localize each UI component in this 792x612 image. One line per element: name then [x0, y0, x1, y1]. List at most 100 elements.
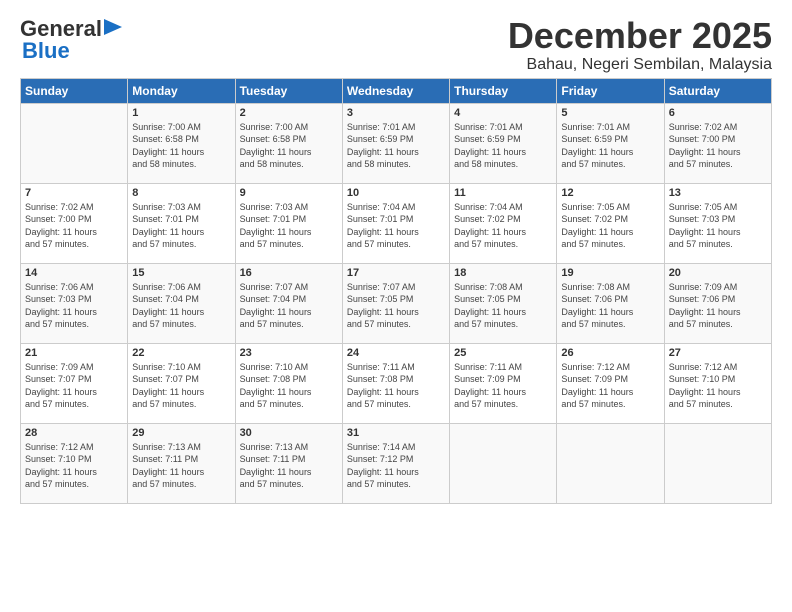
day-info: Sunrise: 7:02 AM Sunset: 7:00 PM Dayligh…: [669, 121, 767, 171]
page: General Blue December 2025 Bahau, Negeri…: [0, 0, 792, 514]
day-number: 12: [561, 187, 659, 199]
day-info: Sunrise: 7:11 AM Sunset: 7:08 PM Dayligh…: [347, 361, 445, 411]
logo: General Blue: [20, 16, 122, 64]
calendar-body: 1Sunrise: 7:00 AM Sunset: 6:58 PM Daylig…: [21, 103, 772, 503]
table-row: 21 Sunrise: 7:09 AM Sunset: 7:07 PM Dayli…: [21, 343, 128, 423]
title-month: December 2025: [508, 16, 772, 56]
calendar-week-row: 1Sunrise: 7:00 AM Sunset: 6:58 PM Daylig…: [21, 103, 772, 183]
table-row: 14 Sunrise: 7:06 AM Sunset: 7:03 PM Dayli…: [21, 263, 128, 343]
table-row: 25 Sunrise: 7:11 AM Sunset: 7:09 PM Dayli…: [450, 343, 557, 423]
day-number: 26: [561, 347, 659, 359]
table-row: 28Sunrise: 7:12 AM Sunset: 7:10 PM Dayli…: [21, 423, 128, 503]
col-monday: Monday: [128, 78, 235, 103]
day-info: Sunrise: 7:08 AM Sunset: 7:05 PM Dayligh…: [454, 281, 552, 331]
table-row: 8 Sunrise: 7:03 AM Sunset: 7:01 PM Daylig…: [128, 183, 235, 263]
day-info: Sunrise: 7:06 AM Sunset: 7:03 PM Dayligh…: [25, 281, 123, 331]
day-info: Sunrise: 7:10 AM Sunset: 7:07 PM Dayligh…: [132, 361, 230, 411]
day-number: 19: [561, 267, 659, 279]
day-info: Sunrise: 7:00 AM Sunset: 6:58 PM Dayligh…: [132, 121, 230, 171]
day-number: 27: [669, 347, 767, 359]
day-info: Sunrise: 7:11 AM Sunset: 7:09 PM Dayligh…: [454, 361, 552, 411]
day-number: 5: [561, 107, 659, 119]
table-row: 31 Sunrise: 7:14 AM Sunset: 7:12 PM Dayli…: [342, 423, 449, 503]
table-row: 15Sunrise: 7:06 AM Sunset: 7:04 PM Dayli…: [128, 263, 235, 343]
day-number: 29: [132, 427, 230, 439]
table-row: 17 Sunrise: 7:07 AM Sunset: 7:05 PM Dayli…: [342, 263, 449, 343]
day-number: 7: [25, 187, 123, 199]
table-row: 27 Sunrise: 7:12 AM Sunset: 7:10 PM Dayli…: [664, 343, 771, 423]
table-row: 10 Sunrise: 7:04 AM Sunset: 7:01 PM Dayli…: [342, 183, 449, 263]
logo-blue: Blue: [22, 38, 70, 63]
day-info: Sunrise: 7:03 AM Sunset: 7:01 PM Dayligh…: [240, 201, 338, 251]
table-row: 18 Sunrise: 7:08 AM Sunset: 7:05 PM Dayli…: [450, 263, 557, 343]
col-sunday: Sunday: [21, 78, 128, 103]
day-number: 23: [240, 347, 338, 359]
table-row: 11 Sunrise: 7:04 AM Sunset: 7:02 PM Dayli…: [450, 183, 557, 263]
table-row: [557, 423, 664, 503]
day-number: 2: [240, 107, 338, 119]
day-info: Sunrise: 7:14 AM Sunset: 7:12 PM Dayligh…: [347, 441, 445, 491]
day-info: Sunrise: 7:06 AM Sunset: 7:04 PM Dayligh…: [132, 281, 230, 331]
table-row: 24Sunrise: 7:11 AM Sunset: 7:08 PM Dayli…: [342, 343, 449, 423]
table-row: 29 Sunrise: 7:13 AM Sunset: 7:11 PM Dayli…: [128, 423, 235, 503]
day-number: 21: [25, 347, 123, 359]
table-row: 3Sunrise: 7:01 AM Sunset: 6:59 PM Daylig…: [342, 103, 449, 183]
day-info: Sunrise: 7:09 AM Sunset: 7:07 PM Dayligh…: [25, 361, 123, 411]
day-info: Sunrise: 7:00 AM Sunset: 6:58 PM Dayligh…: [240, 121, 338, 171]
day-number: 14: [25, 267, 123, 279]
day-number: 22: [132, 347, 230, 359]
day-info: Sunrise: 7:09 AM Sunset: 7:06 PM Dayligh…: [669, 281, 767, 331]
table-row: [664, 423, 771, 503]
day-info: Sunrise: 7:04 AM Sunset: 7:02 PM Dayligh…: [454, 201, 552, 251]
day-number: 13: [669, 187, 767, 199]
day-info: Sunrise: 7:07 AM Sunset: 7:04 PM Dayligh…: [240, 281, 338, 331]
calendar-header-row: Sunday Monday Tuesday Wednesday Thursday…: [21, 78, 772, 103]
calendar-table: Sunday Monday Tuesday Wednesday Thursday…: [20, 78, 772, 504]
table-row: [450, 423, 557, 503]
table-row: 7 Sunrise: 7:02 AM Sunset: 7:00 PM Daylig…: [21, 183, 128, 263]
day-info: Sunrise: 7:12 AM Sunset: 7:10 PM Dayligh…: [669, 361, 767, 411]
day-number: 30: [240, 427, 338, 439]
day-info: Sunrise: 7:02 AM Sunset: 7:00 PM Dayligh…: [25, 201, 123, 251]
table-row: 22 Sunrise: 7:10 AM Sunset: 7:07 PM Dayli…: [128, 343, 235, 423]
table-row: 30 Sunrise: 7:13 AM Sunset: 7:11 PM Dayli…: [235, 423, 342, 503]
table-row: 26 Sunrise: 7:12 AM Sunset: 7:09 PM Dayli…: [557, 343, 664, 423]
day-number: 20: [669, 267, 767, 279]
table-row: 6Sunrise: 7:02 AM Sunset: 7:00 PM Daylig…: [664, 103, 771, 183]
day-info: Sunrise: 7:07 AM Sunset: 7:05 PM Dayligh…: [347, 281, 445, 331]
day-info: Sunrise: 7:04 AM Sunset: 7:01 PM Dayligh…: [347, 201, 445, 251]
day-info: Sunrise: 7:10 AM Sunset: 7:08 PM Dayligh…: [240, 361, 338, 411]
table-row: 9Sunrise: 7:03 AM Sunset: 7:01 PM Daylig…: [235, 183, 342, 263]
day-number: 25: [454, 347, 552, 359]
calendar-week-row: 7 Sunrise: 7:02 AM Sunset: 7:00 PM Daylig…: [21, 183, 772, 263]
table-row: 19Sunrise: 7:08 AM Sunset: 7:06 PM Dayli…: [557, 263, 664, 343]
table-row: 13Sunrise: 7:05 AM Sunset: 7:03 PM Dayli…: [664, 183, 771, 263]
day-info: Sunrise: 7:03 AM Sunset: 7:01 PM Dayligh…: [132, 201, 230, 251]
day-info: Sunrise: 7:01 AM Sunset: 6:59 PM Dayligh…: [561, 121, 659, 171]
day-number: 8: [132, 187, 230, 199]
title-location: Bahau, Negeri Sembilan, Malaysia: [508, 56, 772, 74]
day-number: 10: [347, 187, 445, 199]
day-number: 18: [454, 267, 552, 279]
table-row: [21, 103, 128, 183]
calendar-week-row: 21 Sunrise: 7:09 AM Sunset: 7:07 PM Dayli…: [21, 343, 772, 423]
day-number: 4: [454, 107, 552, 119]
table-row: 1Sunrise: 7:00 AM Sunset: 6:58 PM Daylig…: [128, 103, 235, 183]
day-number: 11: [454, 187, 552, 199]
day-info: Sunrise: 7:13 AM Sunset: 7:11 PM Dayligh…: [240, 441, 338, 491]
col-saturday: Saturday: [664, 78, 771, 103]
day-info: Sunrise: 7:05 AM Sunset: 7:02 PM Dayligh…: [561, 201, 659, 251]
day-number: 31: [347, 427, 445, 439]
logo-arrow-icon: [104, 19, 122, 35]
title-block: December 2025 Bahau, Negeri Sembilan, Ma…: [508, 16, 772, 74]
table-row: 2 Sunrise: 7:00 AM Sunset: 6:58 PM Daylig…: [235, 103, 342, 183]
day-info: Sunrise: 7:01 AM Sunset: 6:59 PM Dayligh…: [454, 121, 552, 171]
table-row: 12 Sunrise: 7:05 AM Sunset: 7:02 PM Dayli…: [557, 183, 664, 263]
day-info: Sunrise: 7:13 AM Sunset: 7:11 PM Dayligh…: [132, 441, 230, 491]
calendar-week-row: 28Sunrise: 7:12 AM Sunset: 7:10 PM Dayli…: [21, 423, 772, 503]
header: General Blue December 2025 Bahau, Negeri…: [20, 16, 772, 74]
day-info: Sunrise: 7:01 AM Sunset: 6:59 PM Dayligh…: [347, 121, 445, 171]
calendar-week-row: 14 Sunrise: 7:06 AM Sunset: 7:03 PM Dayli…: [21, 263, 772, 343]
day-info: Sunrise: 7:12 AM Sunset: 7:09 PM Dayligh…: [561, 361, 659, 411]
day-number: 17: [347, 267, 445, 279]
